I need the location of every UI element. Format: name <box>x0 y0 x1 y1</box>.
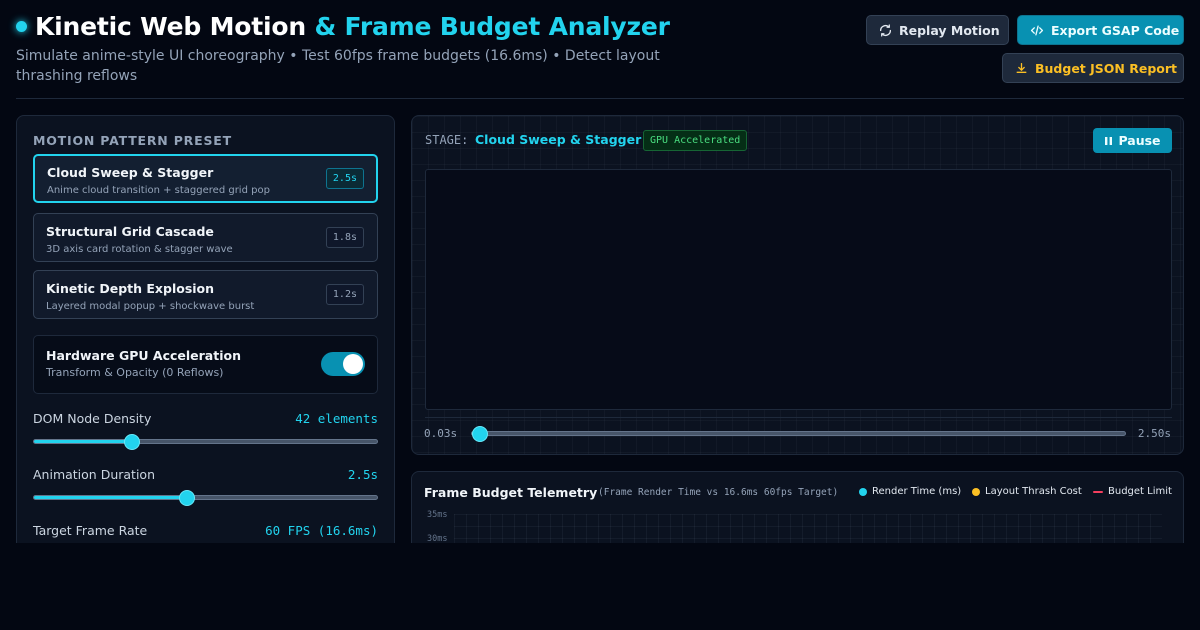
target-frame-rate-control: Target Frame Rate 60 FPS (16.6ms) <box>33 523 378 543</box>
preset-description: Anime cloud transition + staggered grid … <box>47 185 270 196</box>
budget-json-report-button[interactable]: Budget JSON Report <box>1002 53 1184 83</box>
slider-label: Animation Duration <box>33 467 155 482</box>
page-subtitle: Simulate anime-style UI choreography • T… <box>16 48 660 84</box>
legend-label: Render Time (ms) <box>872 486 962 497</box>
legend-label: Budget Limit <box>1108 486 1172 497</box>
control-panel: MOTION PATTERN PRESET Cloud Sweep & Stag… <box>16 115 395 543</box>
page-heading: Kinetic Web Motion & Frame Budget Analyz… <box>35 12 670 41</box>
timeline-scrubber-thumb[interactable] <box>471 426 488 442</box>
preset-structural-grid[interactable]: Structural Grid Cascade 3D axis card rot… <box>33 213 378 262</box>
slider-value: 60 FPS (16.6ms) <box>265 523 378 538</box>
timeline-total-time: 2.50s <box>1137 427 1171 440</box>
legend-swatch-line <box>1093 490 1103 493</box>
preset-title: Kinetic Depth Explosion <box>46 281 215 296</box>
gpu-acceleration-description: Transform & Opacity (0 Reflows) <box>46 366 224 379</box>
slider-thumb[interactable] <box>178 490 195 506</box>
timeline-current-time: 0.03s <box>424 427 458 440</box>
header-divider <box>16 98 1184 99</box>
animation-canvas <box>425 169 1172 410</box>
preset-title: Structural Grid Cascade <box>46 224 214 239</box>
pause-label: Pause <box>1118 133 1161 148</box>
download-icon <box>1016 62 1027 73</box>
pause-icon <box>1105 136 1113 145</box>
stage-preset-name: Cloud Sweep & Stagger <box>475 132 642 147</box>
slider-thumb[interactable] <box>123 434 140 450</box>
slider-label: Target Frame Rate <box>33 523 148 538</box>
legend-label: Layout Thrash Cost <box>985 486 1082 497</box>
live-indicator-dot <box>16 21 27 32</box>
slider-value: 42 elements <box>295 411 378 426</box>
pause-button[interactable]: Pause <box>1093 128 1172 153</box>
export-gsap-label: Export GSAP Code <box>1051 22 1180 38</box>
timeline-divider <box>425 417 1172 418</box>
title-main: Kinetic Web Motion <box>35 12 306 41</box>
toggle-knob <box>343 354 363 374</box>
replay-motion-button[interactable]: Replay Motion <box>866 15 1009 45</box>
y-axis-tick: 30ms <box>427 534 448 543</box>
timeline-scrubber[interactable] <box>471 426 1126 442</box>
motion-preset-section-label: MOTION PATTERN PRESET <box>33 133 232 148</box>
refresh-icon <box>879 23 892 37</box>
telemetry-plot-area <box>454 514 1162 543</box>
gpu-acceleration-toggle[interactable] <box>321 352 365 376</box>
legend-render-time: Render Time (ms) <box>859 486 961 497</box>
gpu-accelerated-badge: GPU Accelerated <box>643 130 748 151</box>
preset-title: Cloud Sweep & Stagger <box>47 165 214 180</box>
telemetry-subtitle: (Frame Render Time vs 16.6ms 60fps Targe… <box>598 487 839 498</box>
title-accent: & Frame Budget Analyzer <box>314 12 670 41</box>
stage-label: STAGE: <box>425 133 469 147</box>
preset-duration-badge: 2.5s <box>325 168 364 189</box>
preset-duration-badge: 1.2s <box>325 284 364 305</box>
legend-budget-limit: Budget Limit <box>1093 486 1172 497</box>
budget-json-report-label: Budget JSON Report <box>1035 60 1177 76</box>
dom-node-density-control: DOM Node Density 42 elements <box>33 411 378 451</box>
slider-fill <box>34 440 132 443</box>
export-gsap-button[interactable]: Export GSAP Code <box>1017 15 1184 45</box>
preset-cloud-sweep[interactable]: Cloud Sweep & Stagger Anime cloud transi… <box>33 154 378 203</box>
legend-swatch-dot <box>859 487 867 496</box>
code-icon <box>1030 25 1044 35</box>
stage-panel: STAGE: Cloud Sweep & Stagger GPU Acceler… <box>411 115 1184 455</box>
animation-duration-control: Animation Duration 2.5s <box>33 467 378 507</box>
preset-description: Layered modal popup + shockwave burst <box>46 301 255 312</box>
page-title: Kinetic Web Motion & Frame Budget Analyz… <box>16 12 670 41</box>
gpu-acceleration-card: Hardware GPU Acceleration Transform & Op… <box>33 335 378 394</box>
legend-swatch-dot <box>972 487 980 496</box>
dom-node-density-slider[interactable] <box>33 434 378 450</box>
slider-fill <box>34 496 187 499</box>
preset-description: 3D axis card rotation & stagger wave <box>46 244 233 255</box>
gpu-acceleration-title: Hardware GPU Acceleration <box>46 348 241 363</box>
slider-label: DOM Node Density <box>33 411 152 426</box>
replay-motion-label: Replay Motion <box>899 22 1000 38</box>
app-root: Kinetic Web Motion & Frame Budget Analyz… <box>0 0 1200 543</box>
y-axis-tick: 35ms <box>427 510 448 520</box>
preset-duration-badge: 1.8s <box>325 227 364 248</box>
animation-duration-slider[interactable] <box>33 490 378 506</box>
telemetry-panel: Frame Budget Telemetry (Frame Render Tim… <box>411 471 1184 543</box>
legend-layout-thrash: Layout Thrash Cost <box>972 486 1082 497</box>
preset-kinetic-depth[interactable]: Kinetic Depth Explosion Layered modal po… <box>33 270 378 319</box>
telemetry-title: Frame Budget Telemetry <box>424 485 598 500</box>
slider-value: 2.5s <box>347 467 378 482</box>
